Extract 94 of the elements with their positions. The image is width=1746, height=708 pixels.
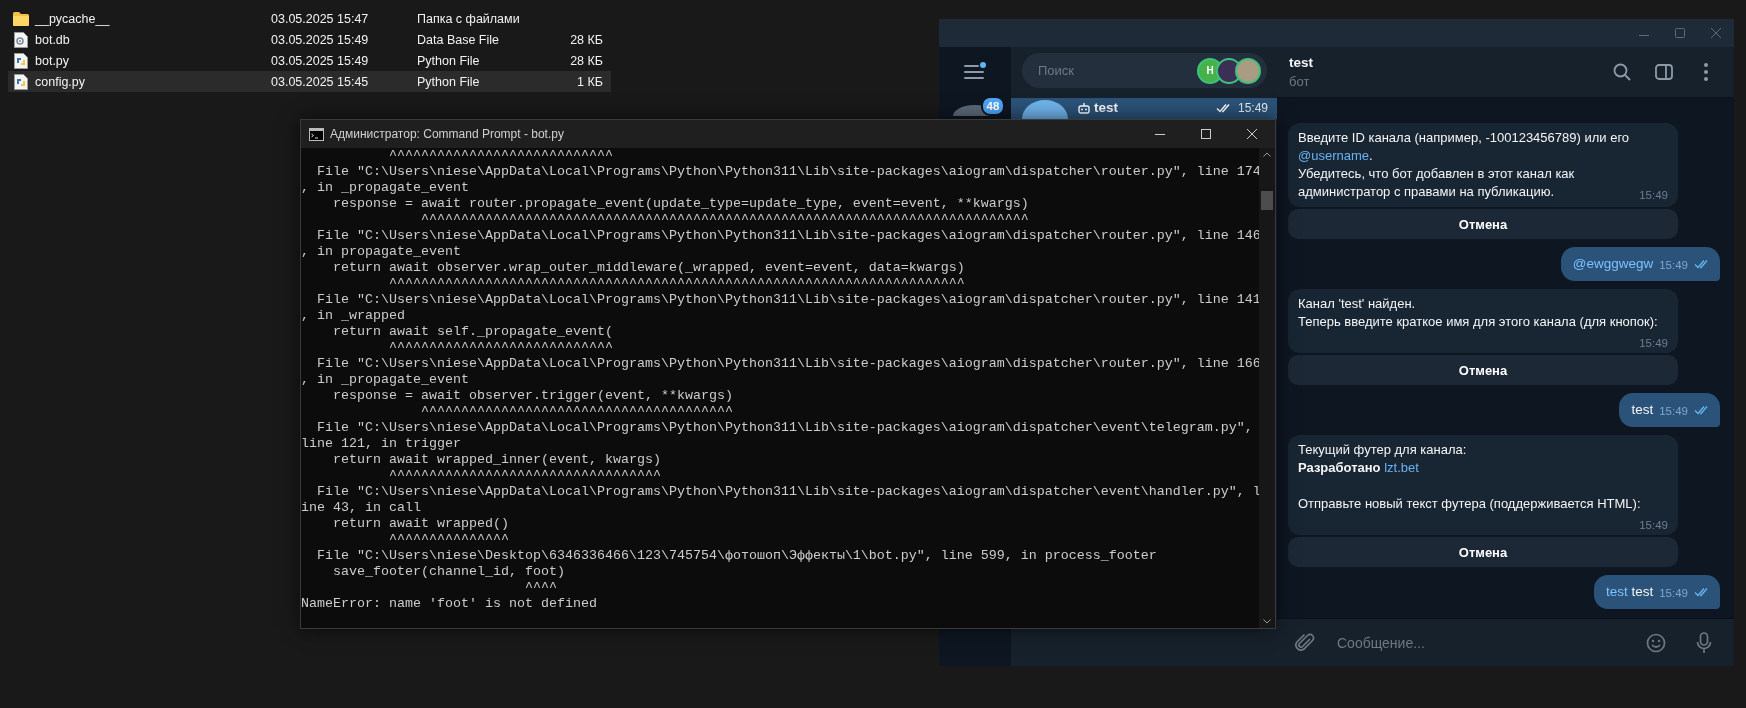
python-file-icon	[14, 52, 28, 69]
console-line: File "C:\Users\niese\AppData\Local\Programs\Python\Python311\Lib\site-packages\aiogram\dispatcher\event\telegram.py",	[316, 420, 1253, 436]
console-line: ine 43, in call	[301, 500, 421, 516]
console-line: NameError: name 'foot' is not defined	[301, 596, 597, 612]
console-line: , in propagate_event	[301, 244, 461, 260]
file-row[interactable]: bot.db 03.05.2025 15:49 Data Base File 28 КБ	[8, 29, 611, 50]
file-date: 03.05.2025 15:49	[271, 32, 369, 47]
file-size: 1 КБ	[577, 74, 603, 89]
minimize-icon	[1155, 133, 1165, 135]
message-time: 15:49	[1659, 258, 1688, 273]
cancel-button[interactable]: Отмена	[1288, 537, 1678, 567]
menu-icon	[964, 62, 986, 80]
console-line: return await self._propagate_event(	[332, 324, 613, 340]
scrollbar-thumb[interactable]	[1261, 191, 1273, 210]
link[interactable]: lzt.bet	[1384, 460, 1419, 475]
console-line: ^^^^^^^^^^^^^^^^^^^^^^^^^^^^	[387, 148, 613, 164]
scrollbar[interactable]	[1259, 148, 1275, 628]
message-time: 15:49	[1639, 188, 1668, 203]
file-type: Data Base File	[417, 32, 499, 47]
console-line: ^^^^^^^^^^^^^^^^^^^^^^^^^^^^	[387, 340, 613, 356]
file-date: 03.05.2025 15:47	[271, 11, 369, 26]
console-line: , in _propagate_event	[301, 180, 469, 196]
console-line: response = await observer.trigger(event, **kwargs)	[332, 388, 733, 404]
message-time: 15:49	[1639, 336, 1668, 351]
chevron-up-icon	[1263, 152, 1271, 157]
chat-title: test	[1289, 55, 1313, 70]
more-icon	[1704, 63, 1708, 81]
console-line: , in _wrapped	[301, 308, 405, 324]
robot-icon	[1078, 101, 1090, 114]
console-line: return await wrapped()	[332, 516, 509, 532]
message-text: test	[1631, 401, 1654, 419]
chat-item[interactable]: test 15:49	[1011, 98, 1277, 119]
console-line: ^^^^^^^^^^^^^^^^^^^^^^^^^^^^^^^^^^^^^^^	[419, 404, 733, 420]
message-input[interactable]: Сообщение...	[1335, 626, 1626, 659]
link[interactable]: @username	[1298, 148, 1369, 163]
smiley-icon	[1646, 632, 1666, 653]
file-name: config.py	[34, 74, 86, 89]
file-name: bot.py	[34, 53, 70, 68]
chat-name: test	[1094, 100, 1118, 115]
console-line: , in _propagate_event	[301, 372, 469, 388]
photo-placeholder[interactable]	[1235, 57, 1261, 84]
close-icon	[1711, 28, 1721, 38]
unread-badge: 48	[981, 96, 1005, 116]
database-file-icon	[14, 31, 28, 48]
console-line: ^^^^^^^^^^^^^^^^^^^^^^^^^^^^^^^^^^^^^^^^^^^^^^^^^^^^^^^^^^^^^^^^^^^^^^^^	[387, 276, 965, 292]
maximize-icon	[1201, 129, 1211, 139]
file-type: Папка с файлами	[417, 11, 520, 26]
console-line: return await observer.wrap_outer_middleware(_wrapped, event=event, data=kwargs)	[332, 260, 965, 276]
file-type: Python File	[417, 53, 480, 68]
file-date: 03.05.2025 15:45	[271, 74, 369, 89]
chat-time: 15:49	[1237, 100, 1268, 115]
paperclip-icon	[1295, 632, 1315, 653]
minimize-icon	[1639, 35, 1649, 36]
message-text: Введите ID канала (например, -100123456789) или его @username. Убедитесь, что бот добавлен в этот канал как администратор с правами на публикацию.	[1298, 130, 1631, 199]
console-line: ^^^^^^^^^^^^^^^^^^^^^^^^^^^^^^^^^^^^^^^^^^^^^^^^^^^^^^^^^^^^^^^^^^^^^^^^^^^^	[419, 212, 1029, 228]
link[interactable]: @ewggwegw	[1572, 256, 1654, 271]
message-text: Канал 'test' найден. Теперь введите краткое имя для этого канала (для кнопок):	[1298, 296, 1658, 329]
file-name: bot.db	[34, 32, 70, 47]
console-line: save_footer(channel_id, foot)	[332, 564, 565, 580]
file-size: 28 КБ	[570, 32, 603, 47]
message-text: test test	[1605, 583, 1654, 601]
file-row[interactable]: config.py 03.05.2025 15:45 Python File 1 КБ	[8, 71, 611, 92]
file-row[interactable]: bot.py 03.05.2025 15:49 Python File 28 КБ	[8, 50, 611, 71]
link[interactable]: test	[1605, 584, 1628, 599]
file-row[interactable]: __pycache__ 03.05.2025 15:47 Папка с файлами	[8, 8, 611, 29]
avatar	[1022, 100, 1068, 119]
console-line: response = await router.propagate_event(update_type=update_type, event=event, **kwargs)	[332, 196, 1029, 212]
file-date: 03.05.2025 15:49	[271, 53, 369, 68]
console-line: File "C:\Users\niese\Desktop\6346336466\123\745754\фотошоп\Эффекты\1\bot.py", line 599, in process_footer	[316, 548, 1157, 564]
terminal-icon	[309, 127, 324, 141]
console-line: return await wrapped_inner(event, kwargs)	[332, 452, 661, 468]
cancel-button[interactable]: Отмена	[1288, 355, 1678, 385]
python-file-icon	[14, 73, 28, 90]
file-type: Python File	[417, 74, 480, 89]
file-size: 28 КБ	[570, 53, 603, 68]
file-name: __pycache__	[34, 11, 110, 26]
cancel-button[interactable]: Отмена	[1288, 209, 1678, 239]
message-time: 15:49	[1659, 586, 1688, 601]
maximize-icon	[1675, 28, 1685, 38]
message-text: Текущий футер для канала: Разработано lzt.bet Отправьте новый текст футера (поддерживается HTML):	[1298, 442, 1641, 511]
close-icon	[1247, 129, 1257, 139]
window-title: Администратор: Command Prompt - bot.py	[330, 127, 565, 141]
search-icon	[1613, 63, 1631, 81]
console-line: ^^^^^^^^^^^^^^^	[387, 532, 509, 548]
microphone-icon	[1696, 631, 1712, 654]
message-time: 15:49	[1659, 404, 1688, 419]
chevron-down-icon	[1263, 619, 1271, 624]
sidebar-icon	[1655, 64, 1673, 80]
console-line: ^^^^^^^^^^^^^^^^^^^^^^^^^^^^^^^^^^	[387, 468, 661, 484]
message-time: 15:49	[1639, 518, 1668, 533]
console-line: ^^^^	[523, 580, 557, 596]
console-line: line 121, in trigger	[301, 436, 461, 452]
chat-subtitle: бот	[1289, 74, 1310, 89]
folder-icon	[13, 11, 29, 26]
